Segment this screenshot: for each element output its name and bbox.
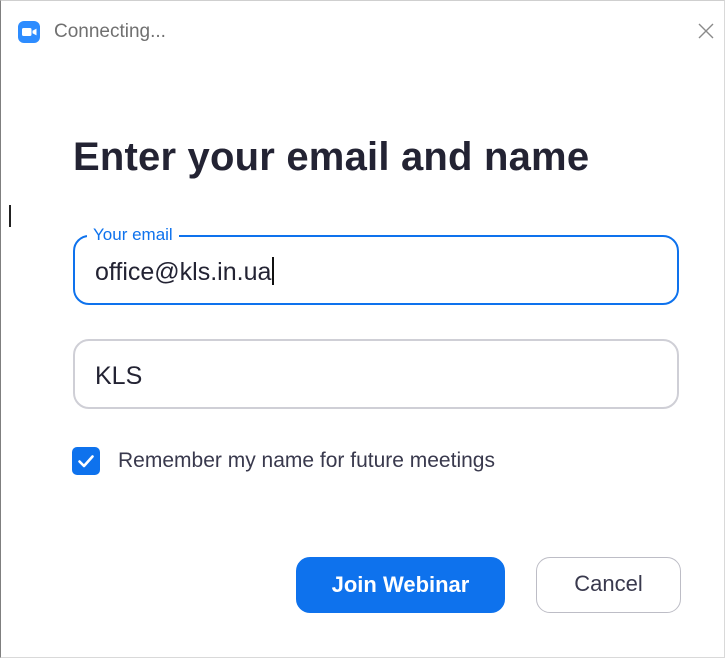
email-field[interactable]: Your email office@kls.in.ua bbox=[73, 224, 679, 305]
window-title: Connecting... bbox=[54, 21, 166, 42]
email-field-label: Your email bbox=[87, 224, 179, 246]
email-input[interactable]: office@kls.in.ua bbox=[95, 257, 274, 287]
close-icon bbox=[698, 23, 714, 39]
title-bar: Connecting... bbox=[1, 1, 724, 59]
zoom-camera-icon bbox=[18, 21, 40, 43]
email-input-value: office@kls.in.ua bbox=[95, 258, 272, 286]
cancel-button[interactable]: Cancel bbox=[536, 557, 681, 613]
name-field[interactable]: KLS bbox=[73, 339, 679, 409]
window-edge-mark bbox=[9, 205, 11, 227]
remember-name-checkbox[interactable] bbox=[72, 447, 100, 475]
join-webinar-button[interactable]: Join Webinar bbox=[296, 557, 505, 613]
dialog-window: Connecting... Enter your email and name … bbox=[0, 0, 725, 658]
text-caret bbox=[272, 257, 274, 285]
close-button[interactable] bbox=[692, 17, 720, 45]
page-title: Enter your email and name bbox=[73, 135, 590, 179]
name-input[interactable]: KLS bbox=[95, 361, 142, 391]
checkmark-icon bbox=[78, 455, 94, 468]
remember-name-label[interactable]: Remember my name for future meetings bbox=[118, 448, 495, 474]
